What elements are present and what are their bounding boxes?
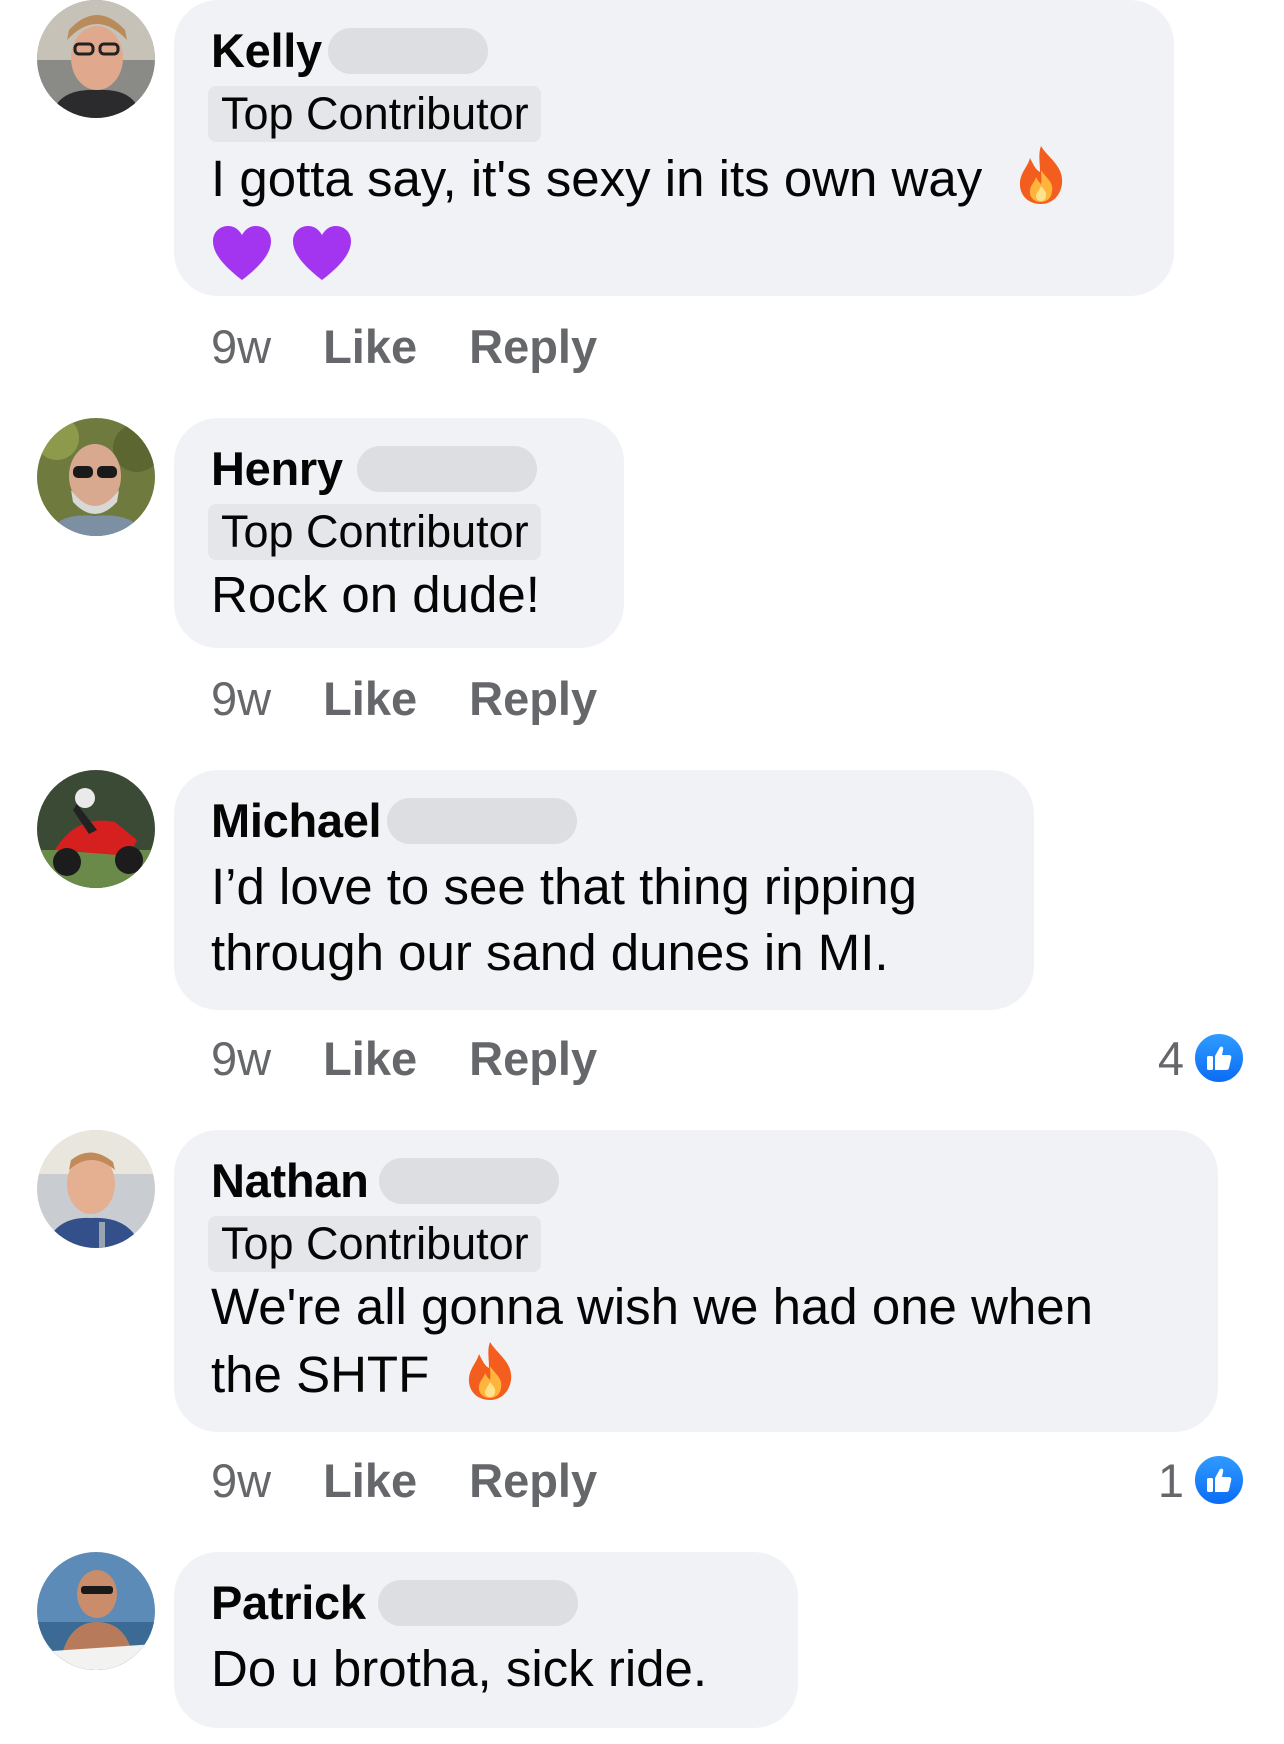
timestamp[interactable]: 9w bbox=[211, 1031, 271, 1086]
like-button[interactable]: Like bbox=[323, 1453, 417, 1508]
comment-text: Do u brotha, sick ride. bbox=[211, 1640, 708, 1697]
like-thumbs-up-icon bbox=[1192, 1031, 1246, 1085]
like-button[interactable]: Like bbox=[323, 671, 417, 726]
redacted-surname bbox=[387, 798, 578, 844]
timestamp[interactable]: 9w bbox=[211, 1453, 271, 1508]
reaction-count: 1 bbox=[1157, 1453, 1184, 1507]
author-name[interactable]: Kelly bbox=[211, 24, 322, 78]
avatar-henry[interactable] bbox=[37, 418, 155, 536]
author-name[interactable]: Michael bbox=[211, 794, 382, 848]
reaction-summary[interactable]: 1 bbox=[1158, 1450, 1246, 1510]
like-thumbs-up-icon bbox=[1192, 1453, 1246, 1507]
top-contributor-badge: Top Contributor bbox=[208, 504, 541, 560]
timestamp[interactable]: 9w bbox=[211, 671, 271, 726]
profile-photo-icon bbox=[37, 770, 155, 888]
comment-bubble: Patrick Do u brotha, sick ride. bbox=[174, 1552, 798, 1728]
comment-actions: 9w Like Reply bbox=[211, 1028, 597, 1088]
comment-bubble: Michael I’d love to see that thing rippi… bbox=[174, 770, 1034, 1010]
top-contributor-badge: Top Contributor bbox=[208, 1216, 541, 1272]
author-name[interactable]: Patrick bbox=[211, 1576, 366, 1630]
like-button[interactable]: Like bbox=[323, 319, 417, 374]
comment-text-body: I gotta say, it's sexy in its own way bbox=[211, 150, 983, 207]
profile-photo-icon bbox=[37, 1552, 155, 1670]
comment-text-line: through our sand dunes in MI. bbox=[211, 924, 889, 981]
profile-photo-icon bbox=[37, 0, 155, 118]
comment-text-line: We're all gonna wish we had one when bbox=[211, 1278, 1094, 1335]
redacted-surname bbox=[378, 1158, 559, 1204]
fire-emoji-icon bbox=[463, 1340, 517, 1418]
author-name[interactable]: Nathan bbox=[211, 1154, 369, 1208]
timestamp[interactable]: 9w bbox=[211, 319, 271, 374]
reply-button[interactable]: Reply bbox=[469, 1453, 597, 1508]
redacted-surname bbox=[377, 1580, 578, 1626]
reply-button[interactable]: Reply bbox=[469, 671, 597, 726]
comment-actions: 9w Like Reply bbox=[211, 668, 597, 728]
redacted-surname bbox=[327, 28, 488, 74]
comment-bubble: Henry Top Contributor Rock on dude! bbox=[174, 418, 624, 648]
avatar-patrick[interactable] bbox=[37, 1552, 155, 1670]
avatar-nathan[interactable] bbox=[37, 1130, 155, 1248]
comment-text: Rock on dude! bbox=[211, 566, 540, 623]
comment-text-line: the SHTF bbox=[211, 1340, 1182, 1418]
purple-heart-emoji-icon bbox=[291, 224, 353, 298]
avatar-kelly[interactable] bbox=[37, 0, 155, 118]
comment-text-body: the SHTF bbox=[211, 1346, 430, 1403]
fire-emoji-icon bbox=[1014, 144, 1068, 222]
purple-heart-emoji-icon bbox=[211, 224, 273, 298]
comment-text-line: I’d love to see that thing ripping bbox=[211, 858, 917, 915]
avatar-michael[interactable] bbox=[37, 770, 155, 888]
comment-actions: 9w Like Reply bbox=[211, 316, 597, 376]
comment-bubble: Nathan Top Contributor We're all gonna w… bbox=[174, 1130, 1218, 1432]
profile-photo-icon bbox=[37, 1130, 155, 1248]
reaction-summary[interactable]: 4 bbox=[1158, 1028, 1246, 1088]
profile-photo-icon bbox=[37, 418, 155, 536]
comment-bubble: Kelly Top Contributor I gotta say, it's … bbox=[174, 0, 1174, 296]
comment-actions: 9w Like Reply bbox=[211, 1450, 597, 1510]
reply-button[interactable]: Reply bbox=[469, 1031, 597, 1086]
author-name[interactable]: Henry bbox=[211, 442, 343, 496]
like-button[interactable]: Like bbox=[323, 1031, 417, 1086]
reply-button[interactable]: Reply bbox=[469, 319, 597, 374]
comment-text: I gotta say, it's sexy in its own way bbox=[211, 144, 1138, 222]
emoji-line bbox=[211, 222, 1138, 298]
reaction-count: 4 bbox=[1157, 1031, 1184, 1085]
top-contributor-badge: Top Contributor bbox=[208, 86, 541, 142]
redacted-surname bbox=[356, 446, 537, 492]
